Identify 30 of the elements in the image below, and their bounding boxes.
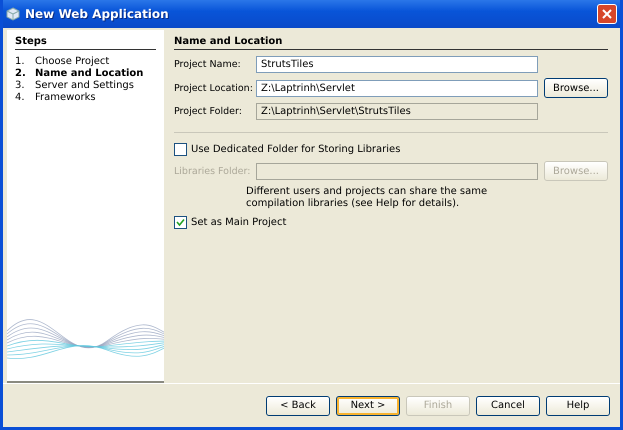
checkbox-label: Use Dedicated Folder for Storing Libraries bbox=[191, 144, 400, 155]
cube-icon bbox=[6, 7, 20, 21]
step-label: Frameworks bbox=[35, 92, 96, 104]
field-label: Project Name: bbox=[174, 59, 242, 70]
step-number: 4. bbox=[15, 92, 26, 104]
dialog-button[interactable]: Help bbox=[546, 396, 610, 416]
browse-button[interactable]: Browse... bbox=[544, 78, 608, 98]
step-number: 3. bbox=[15, 80, 26, 92]
step-label: Name and Location bbox=[35, 68, 144, 80]
text-field[interactable]: StrutsTiles bbox=[256, 56, 538, 73]
step-number: 2. bbox=[15, 68, 27, 80]
steps-heading: Steps bbox=[15, 36, 156, 50]
field-label: Project Folder: bbox=[174, 106, 243, 117]
checkbox[interactable] bbox=[174, 216, 187, 229]
dialog-button[interactable]: Next > bbox=[336, 396, 400, 416]
help-note: Different users and projects can share the same compilation libraries (see Help for details). bbox=[246, 186, 488, 210]
close-icon bbox=[602, 9, 612, 19]
close-button[interactable] bbox=[597, 4, 617, 24]
window-title: New Web Application bbox=[25, 7, 170, 21]
checkbox-label: Set as Main Project bbox=[191, 217, 286, 228]
dialog-button[interactable]: Cancel bbox=[476, 396, 540, 416]
dialog-button[interactable]: < Back bbox=[266, 396, 330, 416]
field-label: Libraries Folder: bbox=[174, 166, 252, 176]
checkbox[interactable] bbox=[174, 143, 187, 156]
step-number: 1. bbox=[15, 56, 26, 68]
text-field[interactable]: Z:\Laptrinh\Servlet bbox=[256, 80, 538, 96]
step-label: Choose Project bbox=[35, 56, 110, 68]
step-label: Server and Settings bbox=[35, 80, 134, 92]
field-label: Project Location: bbox=[174, 82, 254, 94]
section-heading: Name and Location bbox=[174, 36, 608, 50]
